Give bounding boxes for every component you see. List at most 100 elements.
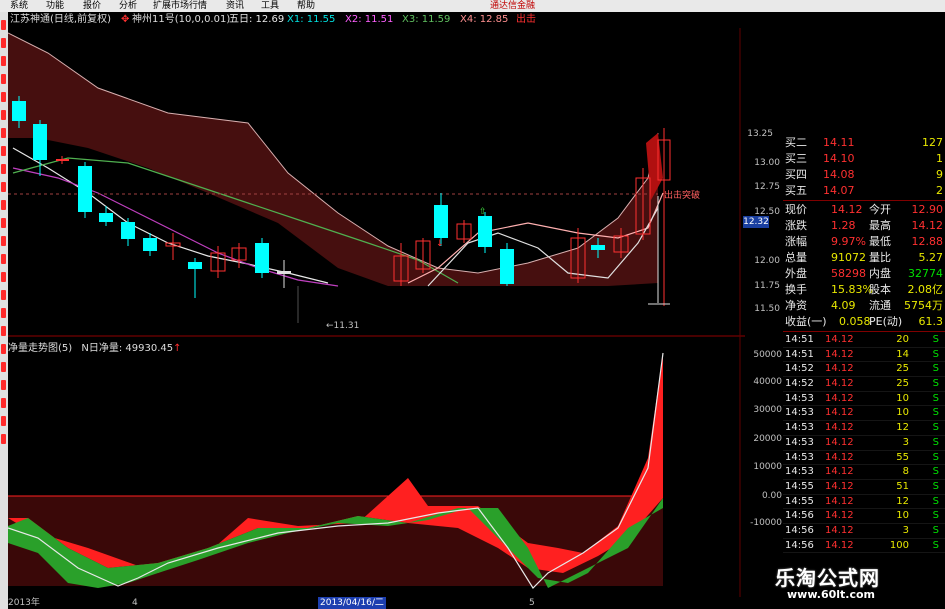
tick-row: 14:51 14.12 14 S (783, 348, 945, 363)
menu-item-quote[interactable]: 报价 (83, 0, 101, 12)
menu-item-analysis[interactable]: 分析 (119, 0, 137, 12)
menu-item-extended-market[interactable]: 扩展市场行情 (153, 0, 207, 12)
toolbar-button[interactable] (1, 74, 6, 84)
tick-row: 14:53 14.12 12 S (783, 421, 945, 436)
stat-row: 总量 91072 量比 5.27 (785, 251, 943, 264)
tick-price: 14.12 (825, 436, 854, 448)
tick-row: 14:53 14.12 10 S (783, 406, 945, 422)
bid-price: 14.07 (823, 184, 855, 197)
toolbar-button[interactable] (1, 236, 6, 246)
bid-levels: 买二 14.11 127 买三 14.10 1 买四 14.08 9 买五 14.07 2 (783, 135, 945, 199)
toolbar-button[interactable] (1, 398, 6, 408)
toolbar-button[interactable] (1, 20, 6, 30)
candle-bull (231, 243, 247, 268)
toolbar-button[interactable] (1, 434, 6, 444)
tick-price: 14.12 (825, 466, 854, 478)
indicator-name[interactable]: 神州11号(10,0,0.01) (132, 12, 230, 28)
toolbar-button[interactable] (1, 128, 6, 138)
stat-row: 外盘 58298 内盘 32774 (785, 267, 943, 280)
toolbar-button[interactable] (1, 380, 6, 390)
bid-volume: 2 (936, 184, 943, 197)
tick-time: 14:56 (785, 510, 814, 522)
tick-side: S (932, 422, 939, 434)
x1-value: X1: 11.55 (287, 14, 336, 25)
toolbar-button[interactable] (1, 362, 6, 372)
low-price-label: ←11.31 (326, 321, 359, 331)
tick-price: 14.12 (825, 451, 854, 463)
stock-name[interactable]: 江苏神通(日线,前复权) (10, 12, 111, 28)
toolbar-button[interactable] (1, 308, 6, 318)
breakout-label: 出击突破 (664, 189, 700, 201)
tick-row: 14:56 14.12 100 S (783, 539, 945, 554)
y-tick: 11.50 (754, 304, 780, 314)
tick-price: 14.12 (825, 348, 854, 360)
bid-label: 买二 (785, 136, 807, 149)
tick-price: 14.12 (825, 510, 854, 522)
menu-item-system[interactable]: 系统 (10, 0, 28, 12)
tick-time: 14:51 (785, 348, 814, 360)
indicator-arrow-icon: ✥ (121, 14, 130, 25)
tick-price: 14.12 (825, 378, 854, 390)
date-axis: 2013年 4 2013/04/16/二 5 (8, 597, 745, 609)
toolbar-button[interactable] (1, 164, 6, 174)
tick-time: 14:53 (785, 466, 814, 478)
tick-time: 14:53 (785, 436, 814, 448)
toolbar-button[interactable] (1, 110, 6, 120)
toolbar-button[interactable] (1, 290, 6, 300)
toolbar-button[interactable] (1, 92, 6, 102)
lower-y-tick: 40000 (753, 377, 782, 387)
tick-side: S (932, 495, 939, 507)
tick-time: 14:53 (785, 422, 814, 434)
tick-row: 14:56 14.12 3 S (783, 524, 945, 539)
toolbar-button[interactable] (1, 38, 6, 48)
tick-side: S (932, 334, 939, 345)
menu-bar: 系统 功能 报价 分析 扩展市场行情 资讯 工具 帮助 通达信金融 (0, 0, 945, 12)
candle-bear (255, 238, 269, 278)
tick-row: 14:56 14.12 10 S (783, 509, 945, 524)
kline-chart[interactable]: ↓ ⇧ 出击突破 ←11.31 (8, 28, 745, 598)
tick-price: 14.12 (825, 334, 854, 345)
up-arrow-icon: ↑ (173, 343, 182, 354)
bid-volume: 127 (922, 136, 943, 149)
tick-price: 14.12 (825, 480, 854, 492)
tick-row: 14:55 14.12 12 S (783, 495, 945, 510)
tick-time: 14:56 (785, 539, 814, 551)
x3-value: X3: 11.59 (402, 14, 451, 25)
ma5-label: 五日: 12.69 (229, 14, 285, 25)
toolbar-button[interactable] (1, 146, 6, 156)
toolbar-button[interactable] (1, 416, 6, 426)
bid-label: 买三 (785, 152, 807, 165)
toolbar-button[interactable] (1, 326, 6, 336)
tick-side: S (932, 436, 939, 448)
toolbar-button[interactable] (1, 254, 6, 264)
candle-bull (165, 233, 181, 260)
menu-item-help[interactable]: 帮助 (297, 0, 315, 12)
bid-level-row: 买五 14.07 2 (783, 183, 945, 199)
menu-item-tools[interactable]: 工具 (261, 0, 279, 12)
tick-price: 14.12 (825, 407, 854, 419)
current-price-box: 12.32 (743, 216, 769, 228)
tick-side: S (932, 466, 939, 478)
toolbar-button[interactable] (1, 218, 6, 228)
n-day-label: N日净量: (81, 343, 123, 354)
toolbar-button[interactable] (1, 344, 6, 354)
tick-side: S (932, 480, 939, 492)
tick-side: S (932, 524, 939, 536)
menu-item-news[interactable]: 资讯 (226, 0, 244, 12)
toolbar-button[interactable] (1, 200, 6, 210)
tick-price: 14.12 (825, 392, 854, 404)
tick-time: 14:52 (785, 363, 814, 375)
toolbar-button[interactable] (1, 182, 6, 192)
tick-side: S (932, 392, 939, 404)
stat-row: 涨幅 9.97% 最低 12.88 (785, 235, 943, 248)
tick-side: S (932, 451, 939, 463)
tick-row: 14:52 14.12 25 S (783, 377, 945, 392)
net-flow-title[interactable]: 净量走势图(5) (8, 343, 72, 354)
toolbar-button[interactable] (1, 272, 6, 282)
bid-price: 14.11 (823, 136, 855, 149)
lower-y-tick: 30000 (753, 405, 782, 415)
tick-vol: 10 (896, 510, 909, 522)
toolbar-button[interactable] (1, 56, 6, 66)
tick-list[interactable]: 14:51 14.12 20 S 14:51 14.12 14 S 14:52 14.12 25 S 1… (783, 333, 945, 554)
menu-item-function[interactable]: 功能 (46, 0, 64, 12)
